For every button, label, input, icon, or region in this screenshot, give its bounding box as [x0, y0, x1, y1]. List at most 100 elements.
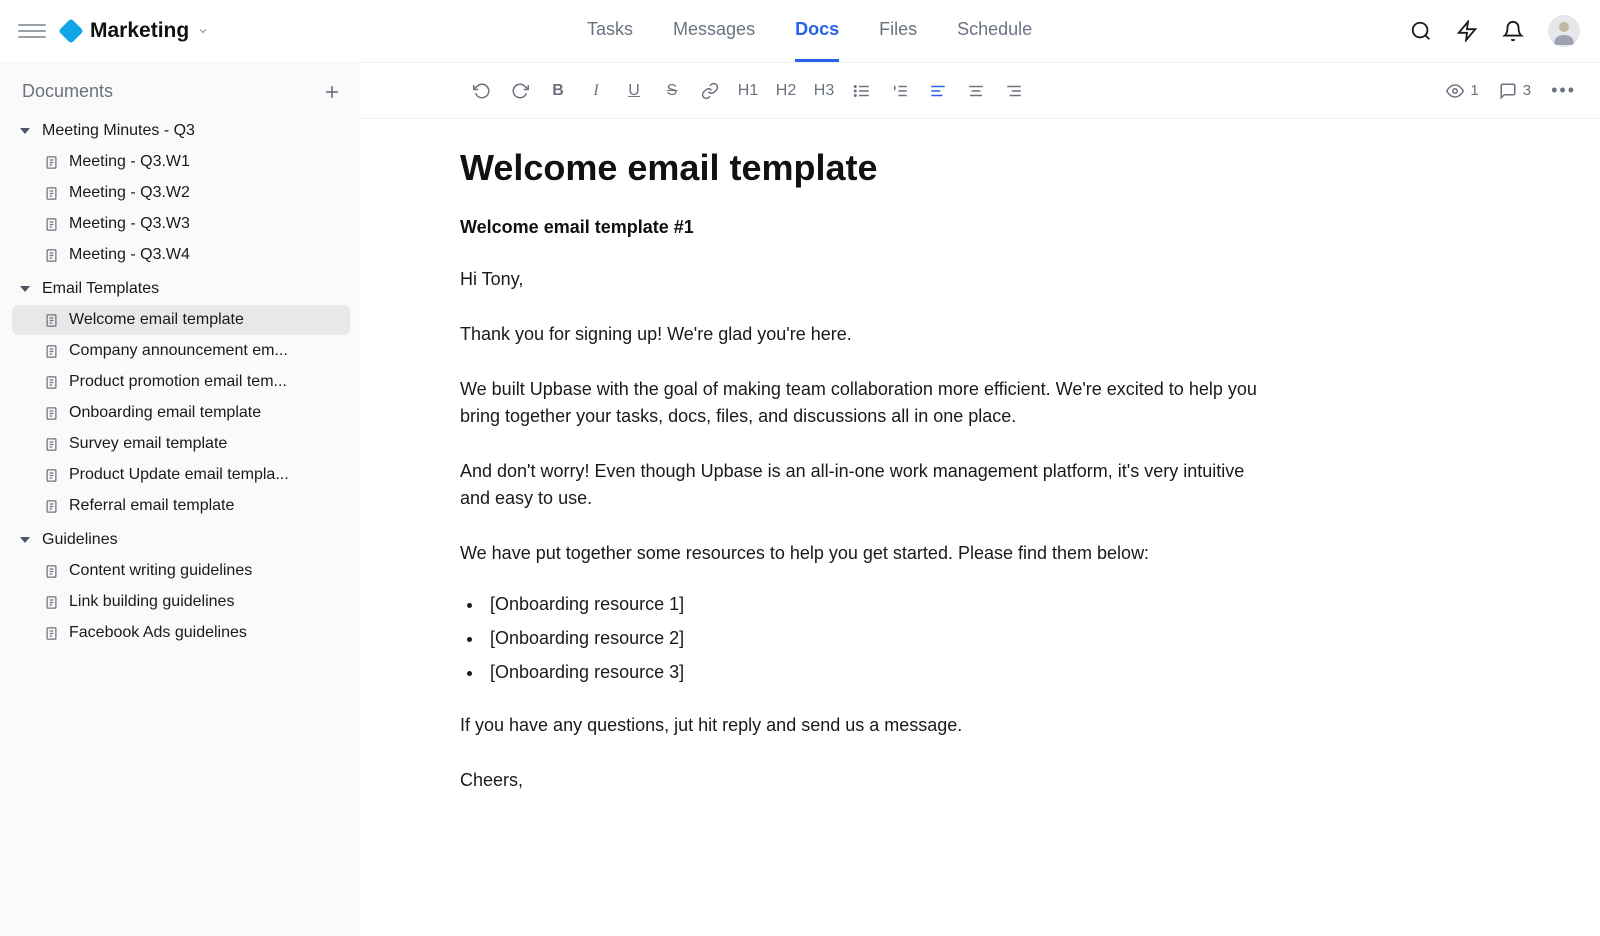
document-icon: [44, 595, 59, 610]
tab-files[interactable]: Files: [879, 0, 917, 62]
sidebar-doc-item[interactable]: Survey email template: [12, 429, 350, 459]
tab-schedule[interactable]: Schedule: [957, 0, 1032, 62]
h2-button[interactable]: H2: [768, 73, 804, 109]
comments-count[interactable]: 3: [1499, 82, 1531, 100]
folder-name: Guidelines: [42, 531, 118, 549]
align-right-button[interactable]: [996, 73, 1032, 109]
document-icon: [44, 344, 59, 359]
document-icon: [44, 468, 59, 483]
comments-value: 3: [1523, 82, 1531, 99]
tab-messages[interactable]: Messages: [673, 0, 755, 62]
document-paragraph[interactable]: We have put together some resources to h…: [460, 540, 1260, 567]
document-subtitle[interactable]: Welcome email template #1: [460, 217, 1260, 238]
redo-button[interactable]: [502, 73, 538, 109]
list-item[interactable]: [Onboarding resource 1]: [484, 587, 1260, 621]
document-icon: [44, 626, 59, 641]
doc-item-label: Meeting - Q3.W4: [69, 246, 190, 264]
sidebar: Documents Meeting Minutes - Q3 Meeting - …: [0, 63, 360, 936]
document-paragraph[interactable]: If you have any questions, jut hit reply…: [460, 712, 1260, 739]
sidebar-doc-item[interactable]: Meeting - Q3.W2: [12, 178, 350, 208]
list-item[interactable]: [Onboarding resource 3]: [484, 655, 1260, 689]
folder-header[interactable]: Meeting Minutes - Q3: [12, 116, 350, 146]
sidebar-doc-item[interactable]: Product promotion email tem...: [12, 367, 350, 397]
folder-header[interactable]: Guidelines: [12, 525, 350, 555]
sidebar-doc-item[interactable]: Meeting - Q3.W1: [12, 147, 350, 177]
add-document-icon[interactable]: [322, 82, 342, 102]
doc-item-label: Welcome email template: [69, 311, 244, 329]
document-list[interactable]: [Onboarding resource 1] [Onboarding reso…: [460, 587, 1260, 690]
sidebar-doc-item[interactable]: Referral email template: [12, 491, 350, 521]
document-icon: [44, 499, 59, 514]
document-icon: [44, 313, 59, 328]
tab-docs[interactable]: Docs: [795, 0, 839, 62]
doc-item-label: Referral email template: [69, 497, 234, 515]
align-center-button[interactable]: [958, 73, 994, 109]
italic-button[interactable]: I: [578, 73, 614, 109]
sidebar-doc-item[interactable]: Content writing guidelines: [12, 556, 350, 586]
document-title[interactable]: Welcome email template: [460, 147, 1260, 189]
bell-icon[interactable]: [1502, 20, 1524, 42]
numbered-list-button[interactable]: [882, 73, 918, 109]
document-icon: [44, 406, 59, 421]
menu-toggle-icon[interactable]: [18, 17, 46, 45]
doc-item-label: Link building guidelines: [69, 593, 234, 611]
doc-item-label: Content writing guidelines: [69, 562, 252, 580]
document-paragraph[interactable]: Hi Tony,: [460, 266, 1260, 293]
folder-name: Meeting Minutes - Q3: [42, 122, 195, 140]
undo-button[interactable]: [464, 73, 500, 109]
folder-header[interactable]: Email Templates: [12, 274, 350, 304]
document-icon: [44, 375, 59, 390]
views-value: 1: [1470, 82, 1478, 99]
underline-button[interactable]: U: [616, 73, 652, 109]
bold-button[interactable]: B: [540, 73, 576, 109]
chevron-down-icon: [20, 535, 30, 545]
link-button[interactable]: [692, 73, 728, 109]
document-paragraph[interactable]: Cheers,: [460, 767, 1260, 794]
workspace-name[interactable]: Marketing: [90, 19, 189, 43]
bullet-list-button[interactable]: [844, 73, 880, 109]
document-icon: [44, 564, 59, 579]
user-avatar[interactable]: [1548, 15, 1580, 47]
align-left-button[interactable]: [920, 73, 956, 109]
sidebar-doc-item[interactable]: Facebook Ads guidelines: [12, 618, 350, 648]
sidebar-doc-item[interactable]: Onboarding email template: [12, 398, 350, 428]
sidebar-doc-item[interactable]: Meeting - Q3.W3: [12, 209, 350, 239]
chevron-down-icon[interactable]: [197, 25, 209, 37]
h1-button[interactable]: H1: [730, 73, 766, 109]
sidebar-doc-item[interactable]: Meeting - Q3.W4: [12, 240, 350, 270]
main-content: B I U S H1 H2 H3 1: [360, 63, 1600, 936]
h3-button[interactable]: H3: [806, 73, 842, 109]
sidebar-doc-item[interactable]: Product Update email templa...: [12, 460, 350, 490]
search-icon[interactable]: [1410, 20, 1432, 42]
views-count[interactable]: 1: [1446, 82, 1478, 100]
document-paragraph[interactable]: And don't worry! Even though Upbase is a…: [460, 458, 1260, 512]
doc-item-label: Meeting - Q3.W3: [69, 215, 190, 233]
bolt-icon[interactable]: [1456, 20, 1478, 42]
sidebar-doc-item[interactable]: Company announcement em...: [12, 336, 350, 366]
document-icon: [44, 248, 59, 263]
doc-item-label: Product promotion email tem...: [69, 373, 287, 391]
tab-tasks[interactable]: Tasks: [587, 0, 633, 62]
doc-item-label: Survey email template: [69, 435, 227, 453]
sidebar-doc-item[interactable]: Link building guidelines: [12, 587, 350, 617]
document-icon: [44, 437, 59, 452]
more-options-icon[interactable]: •••: [1551, 80, 1576, 101]
document-paragraph[interactable]: Thank you for signing up! We're glad you…: [460, 321, 1260, 348]
chevron-down-icon: [20, 126, 30, 136]
chevron-down-icon: [20, 284, 30, 294]
doc-item-label: Facebook Ads guidelines: [69, 624, 247, 642]
doc-item-label: Meeting - Q3.W2: [69, 184, 190, 202]
folder-name: Email Templates: [42, 280, 159, 298]
sidebar-title: Documents: [22, 81, 113, 102]
main-tabs: Tasks Messages Docs Files Schedule: [209, 0, 1410, 62]
document-editor[interactable]: Welcome email template Welcome email tem…: [360, 119, 1320, 936]
sidebar-doc-item[interactable]: Welcome email template: [12, 305, 350, 335]
editor-toolbar: B I U S H1 H2 H3 1: [360, 63, 1600, 119]
doc-item-label: Meeting - Q3.W1: [69, 153, 190, 171]
document-paragraph[interactable]: We built Upbase with the goal of making …: [460, 376, 1260, 430]
doc-item-label: Onboarding email template: [69, 404, 261, 422]
document-icon: [44, 217, 59, 232]
list-item[interactable]: [Onboarding resource 2]: [484, 621, 1260, 655]
strikethrough-button[interactable]: S: [654, 73, 690, 109]
doc-item-label: Product Update email templa...: [69, 466, 289, 484]
